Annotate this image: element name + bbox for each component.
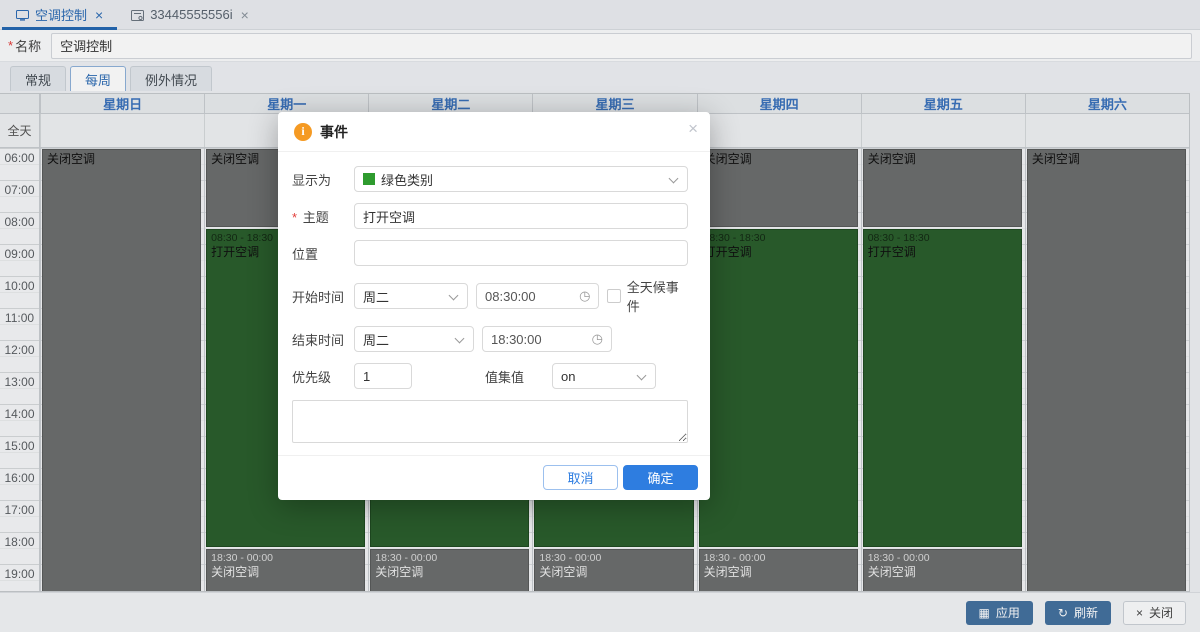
cancel-button[interactable]: 取消 [543, 465, 618, 490]
priority-input[interactable] [354, 363, 412, 389]
start-time-label: 开始时间 [292, 287, 354, 306]
priority-label: 优先级 [292, 367, 354, 386]
subject-label: * 主题 [292, 207, 354, 226]
ok-button[interactable]: 确定 [623, 465, 698, 490]
subject-input[interactable] [354, 203, 688, 229]
end-time-label: 结束时间 [292, 330, 354, 349]
location-label: 位置 [292, 244, 354, 263]
display-as-label: 显示为 [292, 170, 354, 189]
value-set-label: 值集值 [485, 367, 524, 386]
start-day-value: 周二 [363, 287, 389, 306]
end-day-value: 周二 [363, 330, 389, 349]
required-asterisk: * [292, 210, 297, 225]
end-time-input[interactable]: 18:30:00 ◷ [482, 326, 612, 352]
allday-checkbox-label: 全天候事件 [627, 277, 688, 315]
start-time-input[interactable]: 08:30:00 ◷ [476, 283, 599, 309]
dialog-footer: 取消 确定 [278, 455, 710, 500]
allday-checkbox[interactable] [607, 289, 620, 303]
display-as-select[interactable]: 绿色类别 [354, 166, 688, 192]
start-time-value: 08:30:00 [485, 289, 536, 304]
value-set-value: on [561, 369, 575, 384]
info-icon: i [294, 123, 312, 141]
location-input[interactable] [354, 240, 688, 266]
chevron-down-icon [449, 291, 459, 301]
end-day-select[interactable]: 周二 [354, 326, 474, 352]
note-textarea[interactable] [292, 400, 688, 443]
air-conditioner-control-window: 空调控制 × 33445555556i × * 名称 常规 每周 例外情况 星期… [0, 0, 1200, 632]
clock-icon: ◷ [579, 288, 590, 304]
category-color-swatch [363, 173, 375, 185]
value-set-select[interactable]: on [552, 363, 656, 389]
chevron-down-icon [637, 371, 647, 381]
event-dialog: i 事件 × 显示为 绿色类别 * 主题 位置 开 [278, 112, 710, 500]
dialog-body: 显示为 绿色类别 * 主题 位置 开始时间 周二 [278, 152, 710, 455]
dialog-title: 事件 [320, 122, 348, 142]
clock-icon: ◷ [592, 331, 603, 347]
chevron-down-icon [455, 334, 465, 344]
dialog-close-icon[interactable]: × [688, 120, 698, 137]
dialog-header: i 事件 × [278, 112, 710, 152]
end-time-value: 18:30:00 [491, 332, 542, 347]
start-day-select[interactable]: 周二 [354, 283, 468, 309]
display-as-value: 绿色类别 [381, 170, 433, 189]
chevron-down-icon [669, 174, 679, 184]
